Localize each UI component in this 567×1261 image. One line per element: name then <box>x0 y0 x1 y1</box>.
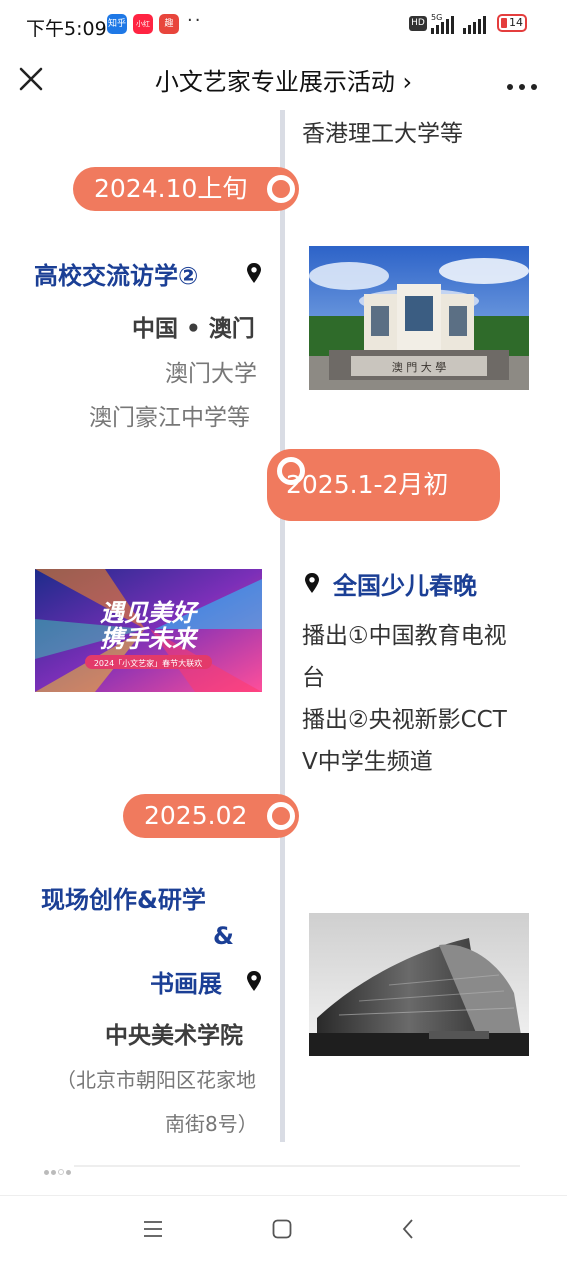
event-line: 播出②央视新影CCT <box>302 707 507 733</box>
timeline-line <box>280 110 285 1142</box>
event-line: V中学生频道 <box>302 749 433 775</box>
event-line: 台 <box>302 665 325 691</box>
date-label: 2025.1-2月初 <box>286 470 449 499</box>
event-title: & <box>213 922 234 950</box>
home-icon[interactable] <box>272 1219 292 1243</box>
event-location: 中央美术学院 <box>105 1023 243 1049</box>
spring-gala-banner: 遇见美好 携手未来 2024「小文艺家」春节大联欢 <box>35 569 262 692</box>
timeline-node <box>267 175 295 203</box>
carousel-indicator <box>44 1160 73 1179</box>
battery-level: 14 <box>509 16 523 29</box>
notification-more-dots: ·· <box>187 10 203 31</box>
qutoutiao-app-icon: 趣 <box>159 14 179 34</box>
university-of-macau-photo: 澳 門 大 學 <box>309 246 529 390</box>
signal-icon-2 <box>463 14 491 34</box>
location-pin-icon <box>246 970 262 992</box>
banner-caption: 2024「小文艺家」春节大联欢 <box>94 658 202 668</box>
cafa-museum-photo <box>309 913 529 1056</box>
event-title: 书画展 <box>150 970 222 998</box>
battery-icon: 14 <box>497 14 527 32</box>
prev-event-detail: 香港理工大学等 <box>302 121 463 147</box>
status-time: 下午5:09 <box>26 18 107 40</box>
location-pin-icon <box>304 572 320 594</box>
event-detail: 澳门豪江中学等 <box>89 405 250 431</box>
event-detail: 澳门大学 <box>165 361 257 387</box>
more-options-icon[interactable] <box>506 70 538 98</box>
zhihu-app-icon: 知乎 <box>107 14 127 34</box>
timeline-node <box>267 802 295 830</box>
event-detail: （北京市朝阳区花家地 <box>56 1068 256 1092</box>
event-detail: 南街8号） <box>165 1112 258 1136</box>
date-label: 2025.02 <box>144 801 248 830</box>
banner-line-2: 携手未来 <box>100 625 199 653</box>
horizontal-scroll-track[interactable] <box>74 1165 520 1167</box>
status-bar: 下午5:09 知乎 小红书 趣 ·· HD 5G 14 <box>0 0 567 52</box>
xiaohongshu-app-icon: 小红书 <box>133 14 153 48</box>
date-pill-3: 2025.02 <box>123 794 299 838</box>
back-icon[interactable] <box>401 1218 415 1244</box>
signal-icon <box>431 14 459 34</box>
event-title: 现场创作&研学 <box>41 886 206 914</box>
date-pill-1: 2024.10上旬 <box>73 167 299 211</box>
event-line: 播出①中国教育电视 <box>302 623 507 649</box>
photo-sign-text: 澳 門 大 學 <box>392 360 447 374</box>
hd-badge: HD <box>409 16 427 31</box>
menu-icon[interactable] <box>143 1220 163 1242</box>
date-label: 2024.10上旬 <box>94 174 248 203</box>
nav-bar: 小文艺家专业展示活动 › <box>0 52 567 110</box>
event-location: 中国 • 澳门 <box>132 316 255 342</box>
page-title[interactable]: 小文艺家专业展示活动 › <box>0 62 567 97</box>
date-pill-2: 2025.1-2月初 <box>267 449 500 521</box>
event-title: 高校交流访学② <box>34 262 199 290</box>
event-title: 全国少儿春晚 <box>333 572 477 600</box>
location-pin-icon <box>246 262 262 284</box>
system-nav-bar <box>0 1195 567 1261</box>
banner-line-1: 遇见美好 <box>100 599 200 627</box>
